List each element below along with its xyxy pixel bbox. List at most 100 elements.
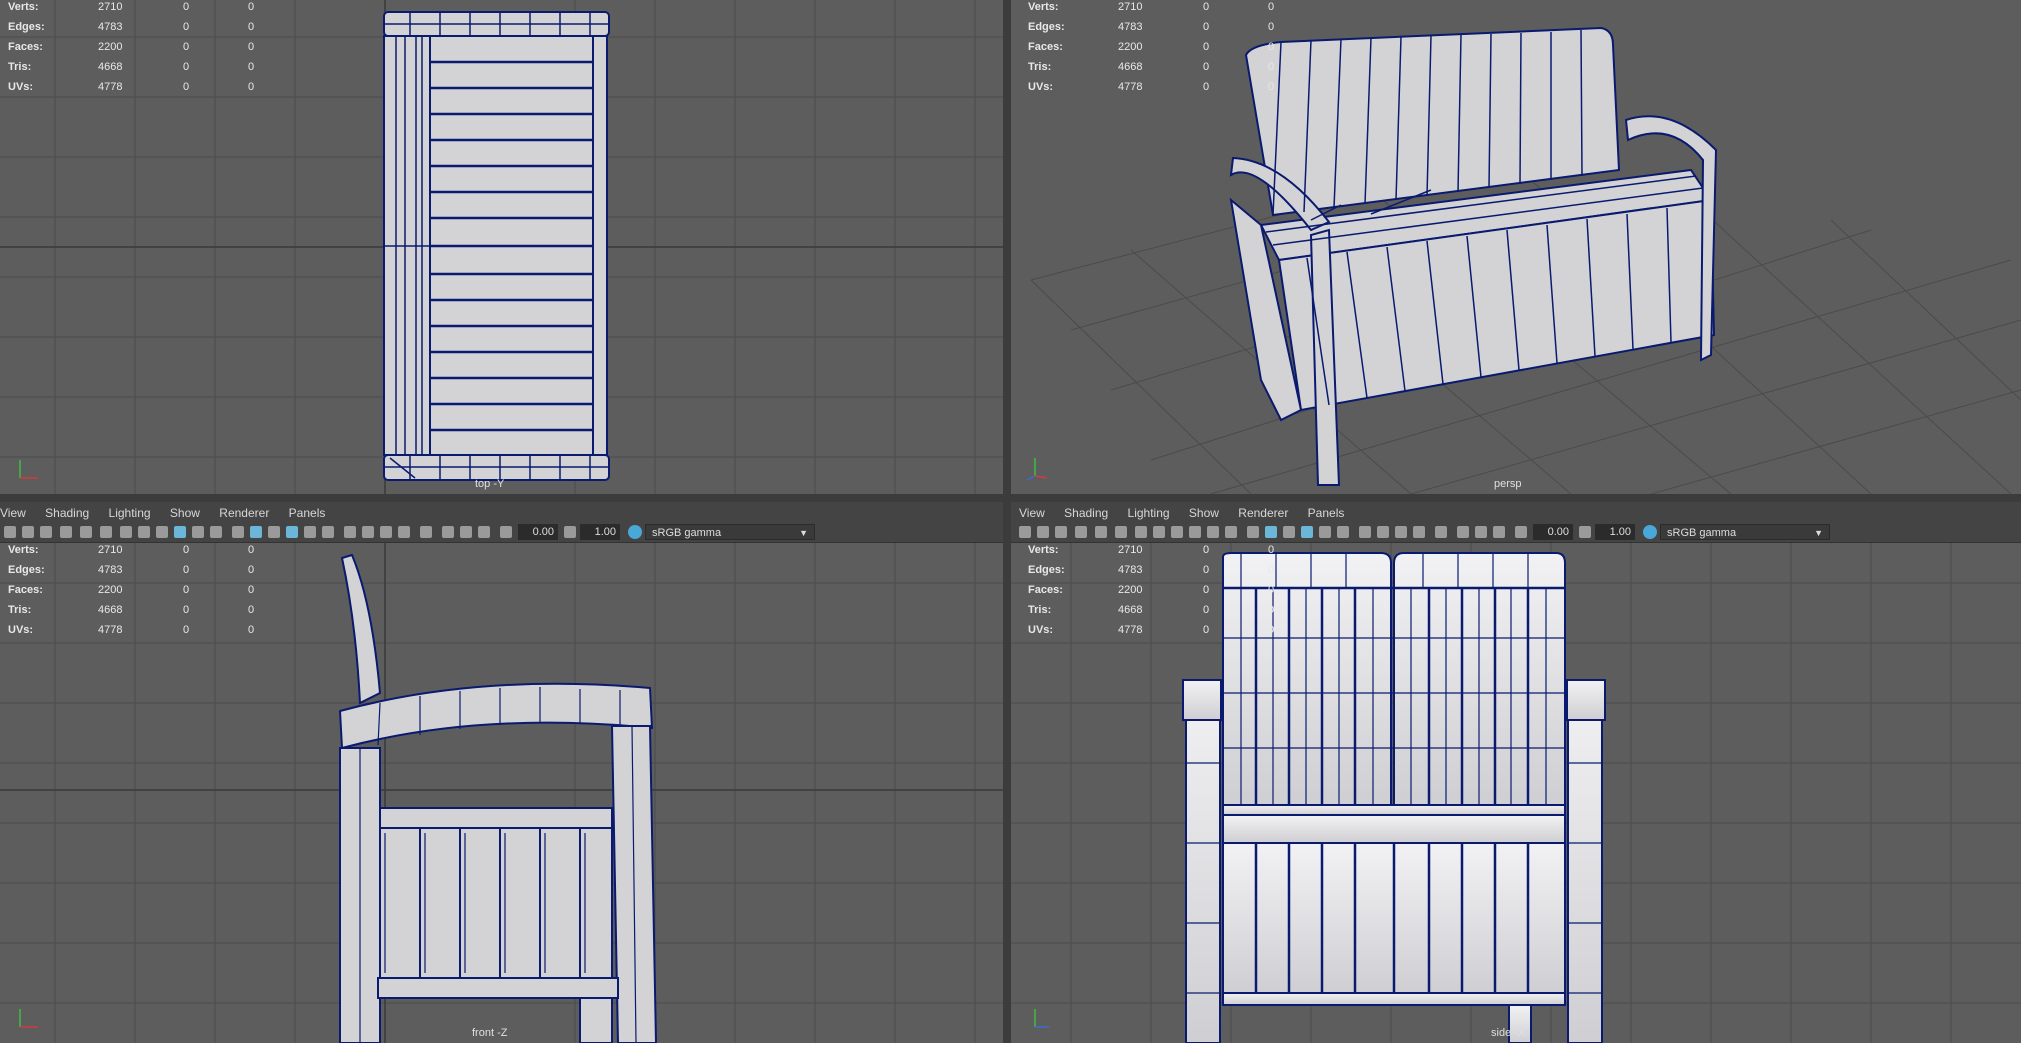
camera-icon[interactable] <box>1019 526 1031 538</box>
textured-icon[interactable] <box>210 526 222 538</box>
menu-panels[interactable]: Panels <box>281 502 334 524</box>
motion-blur-icon[interactable] <box>362 526 374 538</box>
menu-renderer[interactable]: Renderer <box>211 502 277 524</box>
panel-layout-icon[interactable] <box>478 526 490 538</box>
colorspace-dropdown[interactable]: sRGB gamma ▼ <box>645 524 815 540</box>
stat-value: 0 <box>183 41 190 53</box>
depth-of-field-icon[interactable] <box>398 526 410 538</box>
isolate-select-icon[interactable] <box>286 526 298 538</box>
image-plane-icon[interactable] <box>60 526 72 538</box>
menu-show[interactable]: Show <box>1181 502 1227 524</box>
menu-show[interactable]: Show <box>162 502 208 524</box>
smooth-shade-icon[interactable] <box>1189 526 1201 538</box>
bookmark-icon[interactable] <box>40 526 52 538</box>
color-management-icon[interactable] <box>628 525 642 539</box>
film-gate-icon[interactable] <box>100 526 112 538</box>
viewport-persp[interactable]: Verts: 2710 0 0 Edges: 4783 0 0 Faces: 2200 0 0 T… <box>1011 0 2021 494</box>
color-management-icon[interactable] <box>1643 525 1657 539</box>
exposure-field[interactable]: 0.00 <box>1533 524 1573 540</box>
bench-persp-model[interactable] <box>1011 0 2021 494</box>
stat-value: 4783 <box>1118 21 1143 33</box>
isolate-select-icon[interactable] <box>1301 526 1313 538</box>
shadows-icon[interactable] <box>322 526 334 538</box>
stat-value: 0 <box>1203 604 1210 616</box>
grid-icon[interactable] <box>1153 526 1165 538</box>
stat-value: 0 <box>248 21 255 33</box>
viewport-top[interactable]: Verts: 2710 0 0 Edges: 4783 0 0 Faces: 2200 0 0 T… <box>0 0 1003 494</box>
vertical-panel-divider[interactable] <box>1003 0 1011 1043</box>
frame-all-icon[interactable] <box>1457 526 1469 538</box>
exposure-field[interactable]: 0.00 <box>518 524 558 540</box>
wireframe-on-shaded-icon[interactable] <box>1207 526 1219 538</box>
exposure-icon[interactable] <box>500 526 512 538</box>
textured-icon[interactable] <box>1225 526 1237 538</box>
cube-icon[interactable] <box>232 526 244 538</box>
menu-view[interactable]: View <box>0 502 34 524</box>
menu-panels[interactable]: Panels <box>1300 502 1353 524</box>
panel-layout-icon[interactable] <box>1493 526 1505 538</box>
wireframe-icon[interactable] <box>156 526 168 538</box>
select-camera-icon[interactable] <box>1435 526 1447 538</box>
lock-camera-icon[interactable] <box>80 526 92 538</box>
viewport-front[interactable]: Verts: 2710 0 0 Edges: 4783 0 0 Faces: 2200 0 0 T… <box>0 543 1003 1043</box>
cube-icon[interactable] <box>1247 526 1259 538</box>
image-plane-icon[interactable] <box>1075 526 1087 538</box>
gamma-field[interactable]: 1.00 <box>1595 524 1635 540</box>
antialias-icon[interactable] <box>380 526 392 538</box>
menu-lighting[interactable]: Lighting <box>1120 502 1178 524</box>
bookmark-icon[interactable] <box>1055 526 1067 538</box>
shaded-icon[interactable] <box>250 526 262 538</box>
resolution-gate-icon[interactable] <box>1135 526 1147 538</box>
ambient-occlusion-icon[interactable] <box>1359 526 1371 538</box>
shaded-icon[interactable] <box>1265 526 1277 538</box>
ambient-occlusion-icon[interactable] <box>344 526 356 538</box>
menu-view[interactable]: View <box>1011 502 1053 524</box>
depth-of-field-icon[interactable] <box>1413 526 1425 538</box>
antialias-icon[interactable] <box>1395 526 1407 538</box>
stat-label: Tris: <box>1028 604 1052 616</box>
frame-selection-icon[interactable] <box>1475 526 1487 538</box>
bench-front-model[interactable] <box>0 543 1003 1043</box>
viewport-side[interactable]: Verts: 2710 0 0 Edges: 4783 0 0 Faces: 2200 0 0 T… <box>1011 543 2021 1043</box>
gamma-icon[interactable] <box>1579 526 1591 538</box>
grid-icon[interactable] <box>138 526 150 538</box>
gamma-field[interactable]: 1.00 <box>580 524 620 540</box>
bench-side-model[interactable] <box>1011 543 2021 1043</box>
xray-icon[interactable] <box>1319 526 1331 538</box>
frame-all-icon[interactable] <box>442 526 454 538</box>
stat-value: 0 <box>1268 604 1275 616</box>
stat-label: Verts: <box>8 544 39 556</box>
lights-icon[interactable] <box>1283 526 1295 538</box>
menu-shading[interactable]: Shading <box>37 502 97 524</box>
camera-attributes-icon[interactable] <box>22 526 34 538</box>
lights-icon[interactable] <box>268 526 280 538</box>
stat-value: 0 <box>183 61 190 73</box>
menu-lighting[interactable]: Lighting <box>101 502 159 524</box>
bench-top-model[interactable] <box>0 0 1003 494</box>
film-gate-icon[interactable] <box>1115 526 1127 538</box>
menu-shading[interactable]: Shading <box>1056 502 1116 524</box>
wireframe-on-shaded-icon[interactable] <box>192 526 204 538</box>
lock-camera-icon[interactable] <box>1095 526 1107 538</box>
stat-value: 0 <box>183 21 190 33</box>
stat-value: 2710 <box>1118 1 1143 13</box>
camera-icon[interactable] <box>4 526 16 538</box>
frame-selection-icon[interactable] <box>460 526 472 538</box>
select-camera-icon[interactable] <box>420 526 432 538</box>
colorspace-dropdown[interactable]: sRGB gamma ▼ <box>1660 524 1830 540</box>
camera-attributes-icon[interactable] <box>1037 526 1049 538</box>
resolution-gate-icon[interactable] <box>120 526 132 538</box>
smooth-shade-icon[interactable] <box>174 526 186 538</box>
xray-icon[interactable] <box>304 526 316 538</box>
shadows-icon[interactable] <box>1337 526 1349 538</box>
exposure-icon[interactable] <box>1515 526 1527 538</box>
motion-blur-icon[interactable] <box>1377 526 1389 538</box>
horizontal-panel-divider[interactable] <box>0 494 2021 502</box>
colorspace-value: sRGB gamma <box>652 527 722 539</box>
axis-gizmo-icon <box>1026 458 1048 481</box>
menu-renderer[interactable]: Renderer <box>1230 502 1296 524</box>
stat-value: 4778 <box>1118 624 1143 636</box>
gamma-icon[interactable] <box>564 526 576 538</box>
wireframe-icon[interactable] <box>1171 526 1183 538</box>
stat-value: 4668 <box>98 604 123 616</box>
